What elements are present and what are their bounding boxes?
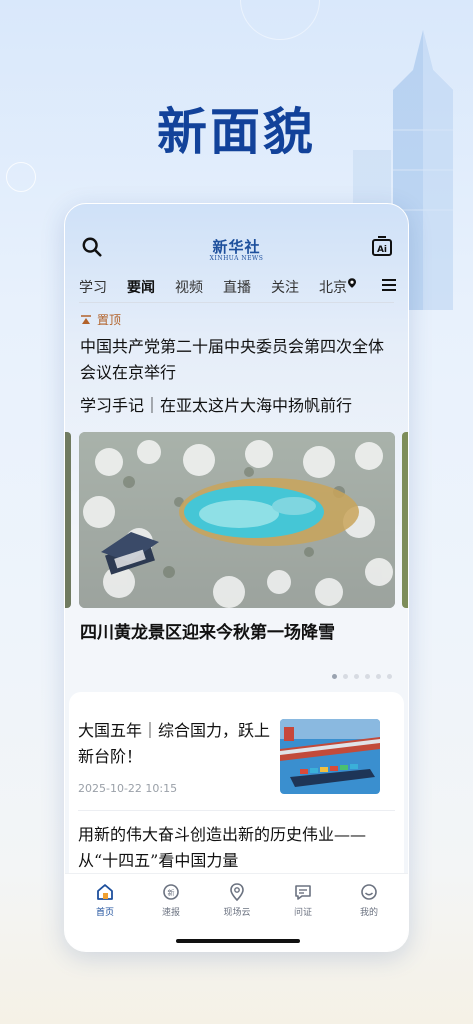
tab-video[interactable]: 视频: [175, 277, 203, 297]
nav-profile-label: 我的: [359, 908, 378, 918]
top-bar: 新华社 XINHUA NEWS Ai: [65, 232, 408, 264]
nav-home[interactable]: 首页: [75, 882, 135, 918]
pinned-label: 置顶: [97, 313, 122, 327]
profile-icon: [361, 884, 377, 900]
carousel-prev-peek: [65, 432, 71, 608]
logo-subtext: XINHUA NEWS: [209, 255, 264, 262]
tab-headlines[interactable]: 要闻: [127, 277, 155, 297]
question-icon: [295, 885, 311, 900]
port-image: [280, 719, 380, 794]
news-item-date: 2025-10-22 10:15: [78, 782, 178, 795]
bottom-navigation: 首页 新 速报 现场云 问证 我的: [65, 873, 408, 951]
tab-live[interactable]: 直播: [223, 277, 251, 297]
nav-express-label: 速报: [161, 908, 180, 918]
location-cloud-icon: [230, 883, 244, 902]
carousel-image[interactable]: [79, 432, 395, 608]
nav-home-label: 首页: [95, 908, 114, 918]
app-logo: 新华社 XINHUA NEWS: [65, 236, 408, 262]
news-separator: [78, 810, 395, 811]
nav-express[interactable]: 新 速报: [141, 882, 201, 918]
ai-icon[interactable]: Ai: [370, 234, 394, 258]
tab-beijing-label: 北京: [319, 280, 347, 296]
tab-study[interactable]: 学习: [79, 277, 107, 297]
sub-story-title[interactable]: 学习手记｜在亚太这片大海中扬帆前行: [80, 394, 398, 418]
news-item-title: 大国五年｜综合国力，跃上新台阶！: [78, 721, 271, 766]
carousel-caption[interactable]: 四川黄龙景区迎来今秋第一场降雪: [80, 618, 398, 643]
svg-text:新: 新: [168, 888, 175, 897]
nav-profile[interactable]: 我的: [339, 882, 399, 918]
tab-beijing[interactable]: 北京: [319, 277, 356, 297]
svg-text:Ai: Ai: [377, 245, 387, 255]
tab-follow[interactable]: 关注: [271, 277, 299, 297]
channel-tabs: 学习 要闻 视频 直播 关注 北京: [79, 274, 397, 300]
carousel-dot: [365, 674, 370, 679]
nav-ask-label: 问证: [293, 908, 312, 918]
pinned-badge: 置顶: [81, 311, 121, 328]
bg-decor-circle: [240, 0, 320, 40]
nav-ask[interactable]: 问证: [273, 882, 333, 918]
tabs-divider: [79, 302, 394, 303]
hero-headline: 新面貌: [157, 102, 316, 161]
location-pin-icon: [348, 278, 356, 288]
express-icon: 新: [163, 884, 179, 900]
carousel-next-peek: [402, 432, 408, 608]
top-story-title[interactable]: 中国共产党第二十届中央委员会第四次全体会议在京举行: [80, 334, 398, 386]
news-item-thumbnail[interactable]: [280, 719, 380, 794]
menu-icon[interactable]: [381, 277, 397, 293]
carousel-indicator: [326, 674, 392, 679]
home-indicator: [176, 939, 300, 943]
logo-text: 新华社: [212, 238, 261, 256]
nav-scene-cloud-label: 现场云: [223, 908, 251, 918]
nav-scene-cloud[interactable]: 现场云: [207, 882, 267, 918]
carousel-dot: [332, 674, 337, 679]
news-item[interactable]: 大国五年｜综合国力，跃上新台阶！ 2025-10-22 10:15: [78, 718, 278, 795]
carousel-dot: [343, 674, 348, 679]
snow-landscape-image: [79, 432, 395, 608]
carousel-dot: [376, 674, 381, 679]
bg-decor-circle: [6, 162, 36, 192]
pin-top-icon: [81, 314, 91, 324]
home-icon: [97, 884, 113, 900]
news-item-title[interactable]: 用新的伟大奋斗创造出新的历史伟业——从“十四五”看中国力量: [78, 822, 378, 874]
phone-frame: 新华社 XINHUA NEWS Ai 学习 要闻 视频 直播 关注 北京 置顶 …: [64, 203, 409, 952]
carousel-dot: [387, 674, 392, 679]
carousel-dot: [354, 674, 359, 679]
